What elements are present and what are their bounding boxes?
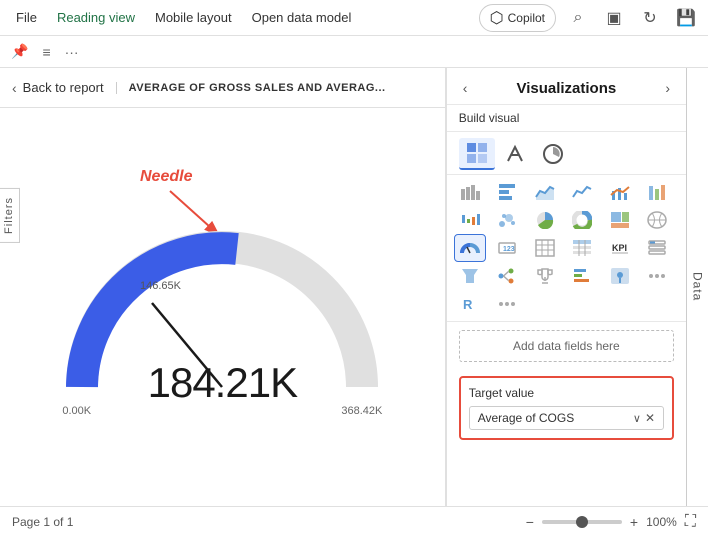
data-tab[interactable]: Data [686,68,708,506]
save-icon-btn[interactable]: 💾 [672,4,700,32]
back-arrow-icon: ‹ [12,80,17,96]
svg-text:R: R [463,297,473,312]
viz-header: ‹ Visualizations › [447,68,686,105]
zoom-percentage: 100% [646,515,677,529]
viz-icon-scatter[interactable] [492,207,522,233]
svg-text:KPI: KPI [612,243,627,253]
viz-icon-area-chart[interactable] [530,179,560,205]
viz-icon-line-chart[interactable] [567,179,597,205]
toolbar: 📌 ≡ ··· [0,36,708,68]
zoom-minus-icon[interactable]: − [526,514,534,530]
viz-icon-bar-race[interactable] [567,263,597,289]
report-title: AVERAGE OF GROSS SALES AND AVERAG... [116,82,386,94]
pin-icon[interactable]: 📌 [8,40,31,63]
viz-icon-matrix[interactable] [567,235,597,261]
viz-nav-left: ‹ [459,78,472,98]
viz-icon-waterfall[interactable] [455,207,485,233]
left-panel: Filters ‹ Back to report AVERAGE OF GROS… [0,68,446,506]
viz-next-btn[interactable]: › [661,78,674,98]
filter-icon[interactable]: ≡ [39,41,53,63]
report-header: ‹ Back to report AVERAGE OF GROSS SALES … [0,68,445,108]
reading-view-menu[interactable]: Reading view [49,6,143,29]
viz-icon-trophy[interactable] [530,263,560,289]
svg-text:123: 123 [503,246,515,253]
viz-icon-r-visual[interactable]: R [455,291,485,317]
viz-icon-ellipsis[interactable] [492,291,522,317]
viz-prev-btn[interactable]: ‹ [459,78,472,98]
viz-icon-custom[interactable] [642,263,672,289]
gauge-min: 0.00K [62,405,91,417]
viz-icon-map[interactable] [642,207,672,233]
gauge-value: 184.21K [148,359,297,407]
menu-bar: File Reading view Mobile layout Open dat… [0,0,708,36]
zoom-plus-icon[interactable]: + [630,514,638,530]
viz-icon-grid: 123 KPI [447,175,686,322]
open-data-model-menu[interactable]: Open data model [244,6,360,29]
back-to-report-link[interactable]: ‹ Back to report [12,80,104,96]
status-right: − + 100% ⛶ [526,513,696,531]
target-dropdown-value: Average of COGS [478,411,575,425]
dropdown-chevron-icon[interactable]: ∨ [633,412,641,425]
viz-icon-treemap[interactable] [605,207,635,233]
zoom-slider[interactable] [542,520,622,524]
viz-tab-fields[interactable] [459,138,495,170]
back-to-report-label: Back to report [23,80,104,95]
viz-icon-kpi[interactable]: KPI [605,235,635,261]
svg-text:146.65K: 146.65K [140,280,182,292]
viz-icon-funnel[interactable] [455,263,485,289]
filters-tab[interactable]: Filters [0,188,20,243]
viz-icon-card[interactable]: 123 [492,235,522,261]
view-icon-btn[interactable]: ▣ [600,4,628,32]
viz-icon-pie[interactable] [530,207,560,233]
viz-icon-decomp-tree[interactable] [492,263,522,289]
main-area: Filters ‹ Back to report AVERAGE OF GROS… [0,68,708,506]
gauge-container: 146.65K 184.21K 0.00K 368.42K [52,217,392,417]
viz-icon-gauge[interactable] [455,235,485,261]
copilot-label: Copilot [508,11,545,25]
viz-icon-ribbon-chart[interactable] [642,179,672,205]
viz-icon-donut[interactable] [567,207,597,233]
add-data-fields[interactable]: Add data fields here [459,330,674,362]
viz-icon-stacked-bar[interactable] [455,179,485,205]
target-value-dropdown[interactable]: Average of COGS ∨ ✕ [469,406,664,430]
viz-icon-table[interactable] [530,235,560,261]
viz-type-tabs [447,132,686,175]
refresh-icon-btn[interactable]: ↻ [636,4,664,32]
menu-icons: ⬡ Copilot ⌕ ▣ ↻ 💾 [479,4,700,32]
zoom-thumb[interactable] [576,516,588,528]
viz-icon-combo-chart[interactable] [605,179,635,205]
page-indicator: Page 1 of 1 [12,515,73,529]
mobile-layout-menu[interactable]: Mobile layout [147,6,240,29]
search-icon-btn[interactable]: ⌕ [564,4,592,32]
status-bar: Page 1 of 1 − + 100% ⛶ [0,506,708,536]
viz-title: Visualizations [516,80,616,97]
target-dropdown-controls: ∨ ✕ [633,411,655,425]
fit-to-page-icon[interactable]: ⛶ [685,513,696,531]
viz-tab-analytics[interactable] [535,138,571,170]
target-value-label: Target value [469,386,664,400]
viz-icon-bar-chart[interactable] [492,179,522,205]
copilot-icon: ⬡ [490,8,504,28]
file-menu[interactable]: File [8,6,45,29]
viz-icon-slicer[interactable] [642,235,672,261]
needle-annotation: Needle [140,168,192,186]
copilot-button[interactable]: ⬡ Copilot [479,4,556,32]
visualizations-panel: ‹ Visualizations › Build visual [446,68,686,506]
gauge-max: 368.42K [341,405,382,417]
dropdown-clear-icon[interactable]: ✕ [645,411,655,425]
viz-nav-right: › [661,78,674,98]
target-value-section: Target value Average of COGS ∨ ✕ [459,376,674,440]
more-icon[interactable]: ··· [62,41,82,63]
viz-tab-format[interactable] [497,138,533,170]
build-visual-label: Build visual [447,105,686,132]
chart-area: Needle [0,108,445,506]
viz-icon-azure-map[interactable] [605,263,635,289]
